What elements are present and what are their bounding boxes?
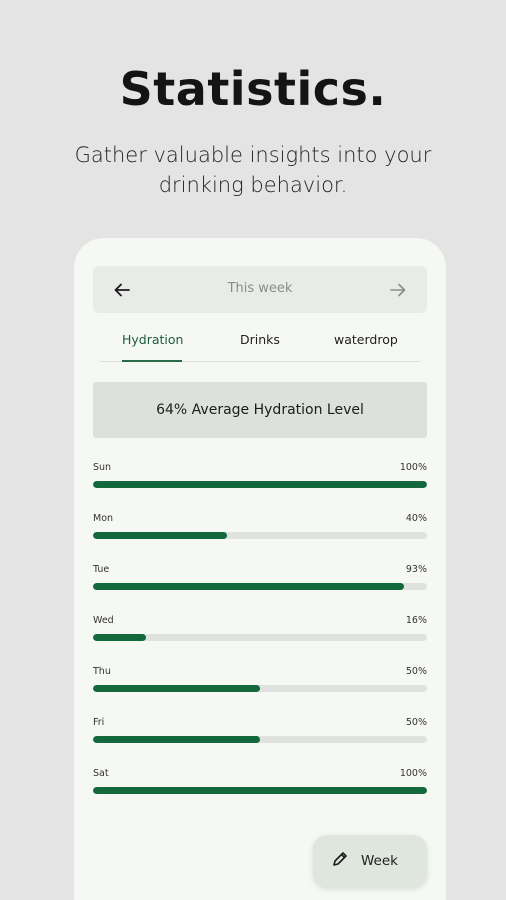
progress-fill (93, 583, 404, 590)
day-row: Sat 100% (93, 768, 427, 819)
progress-track (93, 787, 427, 794)
day-label: Mon (93, 513, 114, 524)
active-tab-indicator (122, 360, 182, 362)
day-row: Mon 40% (93, 513, 427, 564)
day-label: Thu (93, 666, 111, 677)
day-percent: 16% (405, 615, 427, 626)
day-percent: 50% (405, 717, 427, 728)
stats-tabs: Hydration Drinks waterdrop (100, 328, 420, 362)
progress-fill (93, 532, 227, 539)
day-percent: 50% (405, 666, 427, 677)
promo-headline: Statistics. (119, 62, 387, 116)
progress-fill (93, 685, 260, 692)
week-navigator: This week (93, 266, 427, 313)
daily-hydration-list: Sun 100% Mon 40% Tue 93% Wed 16% Thu 50%… (93, 462, 427, 819)
tab-hydration[interactable]: Hydration (122, 332, 183, 347)
arrow-left-icon[interactable] (109, 277, 135, 303)
progress-track (93, 685, 427, 692)
day-percent: 100% (399, 462, 427, 473)
progress-fill (93, 736, 260, 743)
phone-screen: This week Hydration Drinks waterdrop 64%… (74, 238, 446, 900)
day-label: Wed (93, 615, 114, 626)
progress-track (93, 736, 427, 743)
day-row: Tue 93% (93, 564, 427, 615)
progress-track (93, 481, 427, 488)
progress-track (93, 583, 427, 590)
day-label: Tue (93, 564, 110, 575)
progress-fill (93, 634, 147, 641)
day-row: Fri 50% (93, 717, 427, 768)
progress-track (93, 634, 427, 641)
fab-label: Week (361, 853, 398, 869)
day-row: Wed 16% (93, 615, 427, 666)
progress-fill (93, 481, 427, 488)
tab-waterdrop[interactable]: waterdrop (334, 332, 398, 347)
week-title: This week (227, 281, 293, 296)
pencil-icon (331, 850, 349, 872)
week-fab-button[interactable]: Week (313, 835, 427, 887)
day-percent: 93% (405, 564, 427, 575)
day-label: Sun (93, 462, 112, 473)
day-percent: 100% (399, 768, 427, 779)
arrow-right-icon[interactable] (385, 277, 411, 303)
average-hydration-summary: 64% Average Hydration Level (93, 382, 427, 438)
day-row: Sun 100% (93, 462, 427, 513)
progress-fill (93, 787, 427, 794)
day-label: Fri (93, 717, 105, 728)
day-label: Sat (93, 768, 109, 779)
progress-track (93, 532, 427, 539)
day-percent: 40% (405, 513, 427, 524)
promo-subline: Gather valuable insights into your drink… (74, 143, 432, 197)
tab-drinks[interactable]: Drinks (240, 332, 280, 347)
day-row: Thu 50% (93, 666, 427, 717)
